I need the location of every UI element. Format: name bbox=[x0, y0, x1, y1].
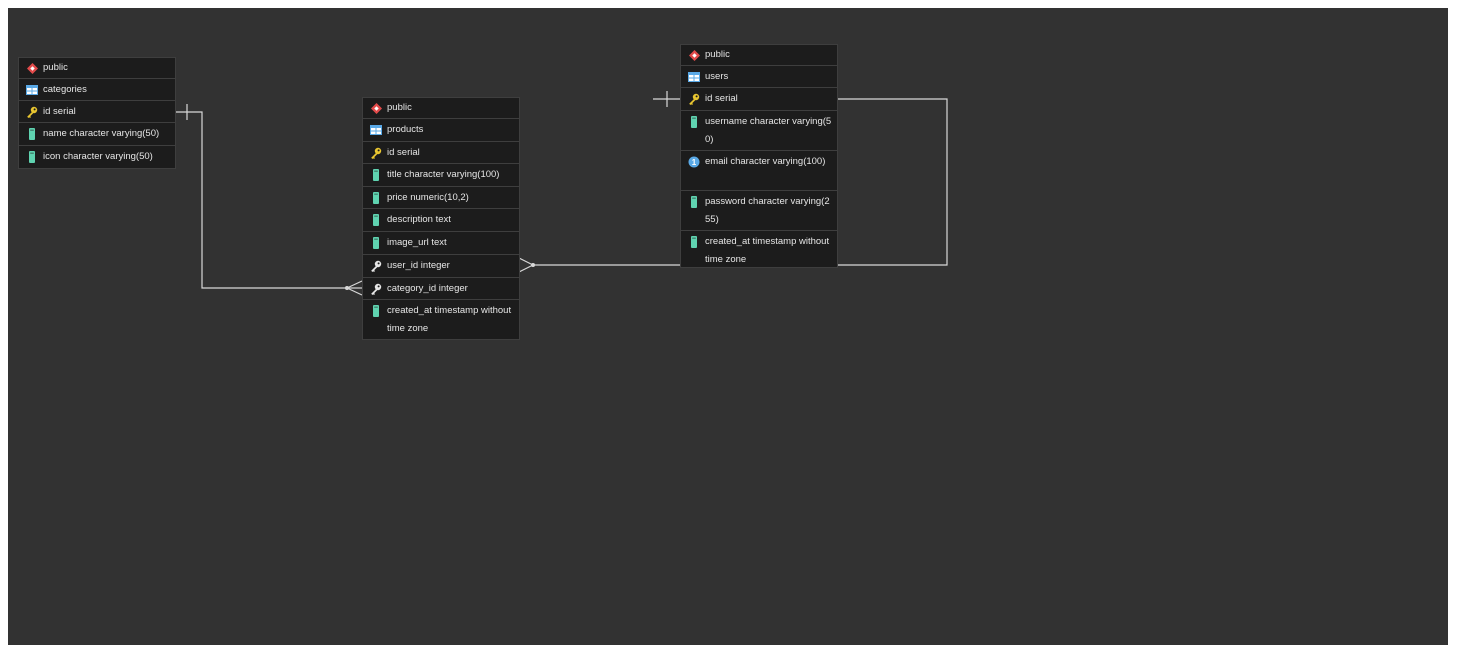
column-label: price numeric(10,2) bbox=[387, 192, 469, 203]
column-label: id serial bbox=[43, 106, 76, 117]
schema-label-row[interactable]: public bbox=[363, 98, 519, 119]
column-icon bbox=[370, 166, 382, 184]
column-label: user_id integer bbox=[387, 260, 450, 271]
schema-label-row[interactable]: public bbox=[681, 45, 837, 66]
table-name: products bbox=[387, 124, 424, 135]
column-row[interactable]: password character varying(255) bbox=[681, 191, 837, 231]
column-label: created_at timestamp without time zone bbox=[705, 236, 830, 265]
column-label: password character varying(255) bbox=[705, 196, 830, 225]
table-name-row[interactable]: categories bbox=[19, 79, 175, 101]
column-icon bbox=[370, 234, 382, 252]
column-row[interactable]: description text bbox=[363, 209, 519, 232]
column-row[interactable]: created_at timestamp without time zone bbox=[363, 300, 519, 339]
column-label: username character varying(50) bbox=[705, 116, 832, 145]
schema-icon bbox=[688, 46, 700, 64]
column-label: image_url text bbox=[387, 237, 447, 248]
primary-key-icon bbox=[370, 144, 382, 162]
schema-label: public bbox=[43, 62, 68, 73]
foreign-key-icon bbox=[370, 280, 382, 298]
table-users[interactable]: public users id serial username character v… bbox=[680, 44, 838, 268]
column-row[interactable]: price numeric(10,2) bbox=[363, 187, 519, 209]
column-row[interactable]: created_at timestamp without time zone bbox=[681, 231, 837, 267]
table-name-row[interactable]: users bbox=[681, 66, 837, 88]
column-row[interactable]: user_id integer bbox=[363, 255, 519, 278]
column-label: email character varying(100) bbox=[705, 156, 826, 167]
column-label: created_at timestamp without time zone bbox=[387, 305, 512, 334]
column-row[interactable]: image_url text bbox=[363, 232, 519, 255]
schema-icon bbox=[370, 99, 382, 117]
column-icon bbox=[26, 125, 38, 143]
column-label: id serial bbox=[387, 147, 420, 158]
primary-key-icon bbox=[26, 103, 38, 121]
column-label: title character varying(100) bbox=[387, 169, 500, 180]
column-label: icon character varying(50) bbox=[43, 151, 153, 162]
schema-label: public bbox=[705, 49, 730, 60]
table-icon bbox=[370, 121, 382, 139]
column-row[interactable]: name character varying(50) bbox=[19, 123, 175, 146]
column-icon bbox=[688, 233, 700, 251]
table-categories[interactable]: public categories id serial name character … bbox=[18, 57, 176, 169]
column-icon bbox=[370, 189, 382, 207]
column-label: description text bbox=[387, 214, 451, 225]
primary-key-icon bbox=[688, 90, 700, 108]
table-icon bbox=[688, 68, 700, 86]
column-icon bbox=[26, 148, 38, 166]
column-row[interactable]: icon character varying(50) bbox=[19, 146, 175, 168]
column-icon bbox=[370, 302, 382, 320]
table-products[interactable]: public products id serial title character v… bbox=[362, 97, 520, 340]
column-row[interactable]: 1 email character varying(100) bbox=[681, 151, 837, 191]
schema-label-row[interactable]: public bbox=[19, 58, 175, 79]
column-icon bbox=[688, 113, 700, 131]
column-row[interactable]: id serial bbox=[681, 88, 837, 111]
table-name: categories bbox=[43, 84, 87, 95]
schema-label: public bbox=[387, 102, 412, 113]
column-label: name character varying(50) bbox=[43, 128, 160, 139]
svg-text:1: 1 bbox=[692, 158, 697, 167]
foreign-key-icon bbox=[370, 257, 382, 275]
column-label: id serial bbox=[705, 93, 738, 104]
column-icon bbox=[370, 211, 382, 229]
table-name-row[interactable]: products bbox=[363, 119, 519, 142]
column-row[interactable]: title character varying(100) bbox=[363, 164, 519, 187]
column-row[interactable]: id serial bbox=[363, 142, 519, 164]
table-icon bbox=[26, 81, 38, 99]
column-label: category_id integer bbox=[387, 283, 468, 294]
schema-icon bbox=[26, 59, 38, 77]
unique-icon: 1 bbox=[688, 153, 700, 171]
column-icon bbox=[688, 193, 700, 211]
column-row[interactable]: category_id integer bbox=[363, 278, 519, 300]
column-row[interactable]: username character varying(50) bbox=[681, 111, 837, 151]
column-row[interactable]: id serial bbox=[19, 101, 175, 123]
table-name: users bbox=[705, 71, 729, 82]
